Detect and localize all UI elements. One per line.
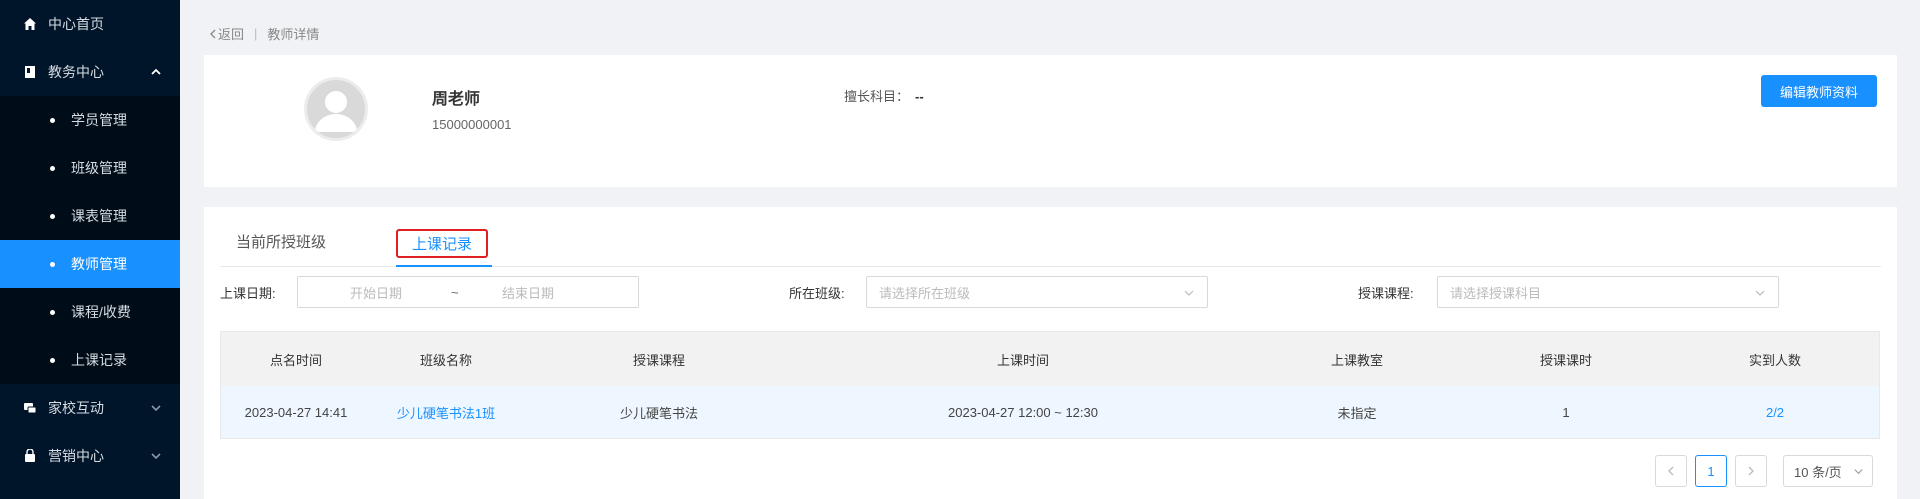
range-separator: ~ bbox=[451, 284, 459, 300]
shop-icon bbox=[22, 448, 38, 464]
avatar bbox=[304, 77, 368, 141]
sidebar-item-courses[interactable]: 课程/收费 bbox=[0, 288, 180, 336]
bullet-icon bbox=[50, 357, 55, 363]
tab-bar: 当前所授班级 上课记录 bbox=[220, 221, 1881, 267]
tab-class-records[interactable]: 上课记录 bbox=[396, 229, 489, 258]
chevron-left-icon bbox=[210, 29, 216, 38]
subject-label: 擅长科目： bbox=[844, 89, 910, 104]
chevron-down-icon bbox=[1184, 290, 1194, 296]
breadcrumb: 返回 | 教师详情 bbox=[208, 24, 319, 43]
bullet-icon bbox=[50, 117, 55, 123]
tab-ink-bar bbox=[396, 265, 492, 267]
teacher-name: 周老师 bbox=[432, 91, 481, 108]
sidebar-item-label: 班级管理 bbox=[71, 160, 127, 176]
column-header: 授课课时 bbox=[1539, 352, 1593, 368]
chevron-down-icon bbox=[151, 405, 161, 412]
bullet-icon bbox=[50, 261, 55, 267]
sidebar-item-label: 营销中心 bbox=[48, 448, 104, 464]
tab-current-classes[interactable]: 当前所授班级 bbox=[236, 231, 326, 252]
sidebar-item-label: 中心首页 bbox=[48, 16, 104, 32]
teacher-phone: 15000000001 bbox=[432, 117, 512, 132]
sidebar-item-marketing[interactable]: 营销中心 bbox=[0, 432, 180, 480]
course-select[interactable]: 请选择授课科目 bbox=[1437, 276, 1779, 308]
book-icon bbox=[22, 64, 38, 80]
sidebar-item-schedule[interactable]: 课表管理 bbox=[0, 192, 180, 240]
table-cell: 2023-04-27 14:41 bbox=[244, 404, 348, 420]
sidebar-item-class-records[interactable]: 上课记录 bbox=[0, 336, 180, 384]
sidebar-item-label: 教师管理 bbox=[71, 256, 127, 272]
subject-value: -- bbox=[915, 89, 924, 104]
sidebar: 中心首页 教务中心 学员管理 班级管理 课表管理 教师管理 课程/收费 上课记录… bbox=[0, 0, 180, 499]
column-header: 班级名称 bbox=[419, 352, 473, 368]
sidebar-item-classes[interactable]: 班级管理 bbox=[0, 144, 180, 192]
column-header: 实到人数 bbox=[1748, 352, 1802, 368]
table-cell: 2023-04-27 12:00 ~ 12:30 bbox=[948, 404, 1098, 420]
breadcrumb-current: 教师详情 bbox=[267, 27, 320, 42]
edit-teacher-button[interactable]: 编辑教师资料 bbox=[1761, 75, 1877, 107]
course-filter-label: 授课课程: bbox=[1358, 286, 1414, 301]
class-select[interactable]: 请选择所在班级 bbox=[866, 276, 1208, 308]
sidebar-item-academic[interactable]: 教务中心 bbox=[0, 48, 180, 96]
bullet-icon bbox=[50, 309, 55, 315]
class-select-placeholder: 请选择所在班级 bbox=[879, 285, 971, 301]
column-header: 上课教室 bbox=[1330, 352, 1384, 368]
date-range-picker[interactable]: 开始日期 ~ 结束日期 bbox=[297, 276, 639, 308]
course-select-placeholder: 请选择授课科目 bbox=[1450, 285, 1542, 301]
column-header: 授课课程 bbox=[632, 352, 686, 368]
sidebar-submenu: 学员管理 班级管理 课表管理 教师管理 课程/收费 上课记录 bbox=[0, 96, 180, 384]
chat-icon bbox=[22, 400, 38, 416]
sidebar-item-teachers[interactable]: 教师管理 bbox=[0, 240, 180, 288]
back-label: 返回 bbox=[218, 27, 245, 42]
table-header: 点名时间 班级名称 授课课程 上课时间 上课教室 授课课时 实到人数 bbox=[221, 332, 1879, 386]
date-filter-label: 上课日期: bbox=[220, 286, 276, 301]
column-header: 点名时间 bbox=[269, 352, 323, 368]
page-size-label: 10 条/页 bbox=[1794, 464, 1842, 480]
bullet-icon bbox=[50, 165, 55, 171]
sidebar-item-label: 学员管理 bbox=[71, 112, 127, 128]
chevron-down-icon bbox=[1854, 469, 1863, 475]
sidebar-item-home[interactable]: 中心首页 bbox=[0, 0, 180, 48]
bullet-icon bbox=[50, 213, 55, 219]
prev-page-button[interactable] bbox=[1655, 455, 1687, 487]
pagination: 1 10 条/页 bbox=[1647, 455, 1873, 487]
attendance-link[interactable]: 2/2 bbox=[1766, 386, 1784, 438]
table-cell: 少儿硬笔书法 bbox=[619, 405, 699, 421]
sidebar-item-label: 课程/收费 bbox=[71, 304, 131, 320]
end-date-input[interactable]: 结束日期 bbox=[502, 283, 554, 302]
records-card: 当前所授班级 上课记录 上课日期: 开始日期 ~ 结束日期 所在班级: 请选择所… bbox=[204, 207, 1897, 499]
sidebar-item-label: 课表管理 bbox=[71, 208, 127, 224]
sidebar-item-label: 教务中心 bbox=[48, 64, 104, 80]
table-cell: 1 bbox=[1562, 404, 1570, 420]
page-size-select[interactable]: 10 条/页 bbox=[1783, 455, 1873, 487]
chevron-down-icon bbox=[1755, 290, 1765, 296]
chevron-left-icon bbox=[1668, 466, 1674, 476]
records-table: 点名时间 班级名称 授课课程 上课时间 上课教室 授课课时 实到人数 2023-… bbox=[220, 331, 1880, 439]
chevron-down-icon bbox=[151, 453, 161, 460]
class-filter-label: 所在班级: bbox=[789, 286, 845, 301]
breadcrumb-separator: | bbox=[254, 26, 258, 41]
sidebar-item-label: 上课记录 bbox=[71, 352, 127, 368]
user-icon bbox=[315, 91, 357, 132]
chevron-up-icon bbox=[151, 68, 161, 75]
teacher-subject: 擅长科目： -- bbox=[844, 86, 924, 105]
back-link[interactable]: 返回 bbox=[208, 24, 244, 43]
chevron-right-icon bbox=[1748, 466, 1754, 476]
next-page-button[interactable] bbox=[1735, 455, 1767, 487]
table-cell: 未指定 bbox=[1337, 405, 1377, 421]
home-icon bbox=[22, 16, 38, 32]
sidebar-item-students[interactable]: 学员管理 bbox=[0, 96, 180, 144]
page-number-button[interactable]: 1 bbox=[1695, 455, 1727, 487]
sidebar-item-label: 家校互动 bbox=[48, 400, 104, 416]
class-name-link[interactable]: 少儿硬笔书法1班 bbox=[397, 386, 495, 438]
table-row: 2023-04-27 14:41 少儿硬笔书法1班 少儿硬笔书法 2023-04… bbox=[221, 386, 1879, 438]
teacher-info-card: 周老师 15000000001 擅长科目： -- 编辑教师资料 bbox=[204, 55, 1897, 187]
column-header: 上课时间 bbox=[996, 352, 1050, 368]
sidebar-item-home-school[interactable]: 家校互动 bbox=[0, 384, 180, 432]
start-date-input[interactable]: 开始日期 bbox=[350, 283, 402, 302]
